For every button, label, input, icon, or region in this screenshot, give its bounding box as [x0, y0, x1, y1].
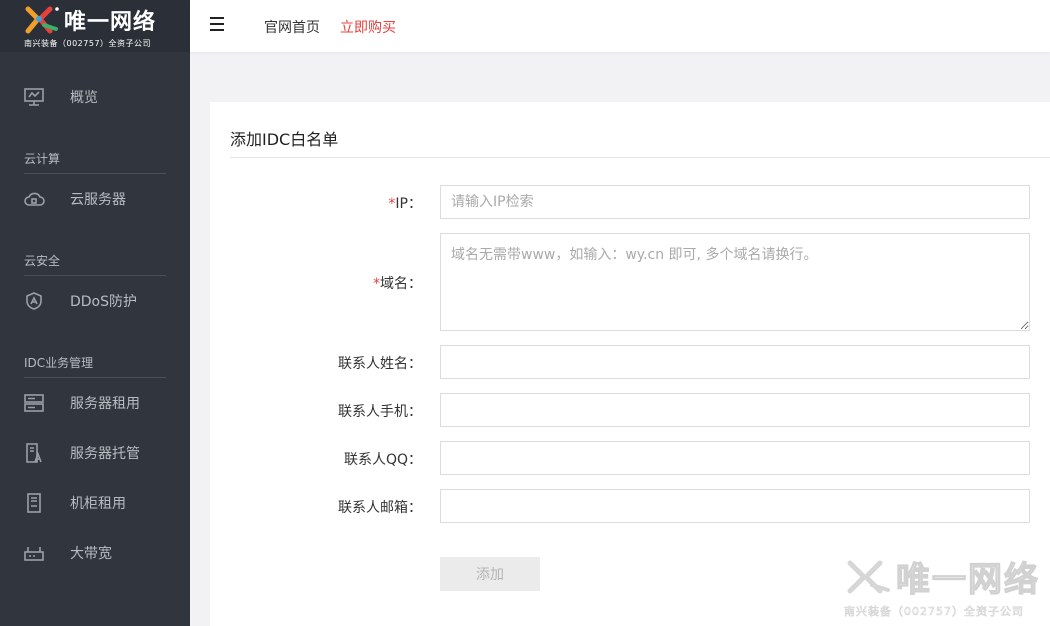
cloud-server-icon: [22, 187, 46, 211]
router-icon: [22, 541, 46, 565]
ip-label: *IP：: [388, 193, 422, 213]
ip-label-text: IP：: [395, 196, 422, 212]
nav-link-official-home[interactable]: 官网首页: [264, 17, 320, 37]
logo-mark-icon: [24, 5, 60, 35]
monitor-icon: [22, 85, 46, 109]
sidebar: 唯一网络 南兴装备（002757）全资子公司 概览 云计算 云服务器 云安全 D…: [0, 0, 190, 626]
sidebar-item-server-rental[interactable]: 服务器租用: [0, 388, 190, 418]
title-divider: [230, 157, 1050, 158]
contact-email-label: 联系人邮箱：: [338, 500, 422, 516]
contact-qq-label: 联系人QQ：: [343, 452, 422, 468]
section-title-cloud: 云计算: [24, 150, 166, 174]
sidebar-item-overview[interactable]: 概览: [0, 82, 190, 112]
brand-watermark: 唯一网络 南兴装备（002757）全资子公司: [844, 552, 1044, 622]
contact-name-label: 联系人姓名：: [338, 356, 422, 372]
server-icon: [22, 391, 46, 415]
sidebar-item-bandwidth[interactable]: 大带宽: [0, 538, 190, 568]
server-hosting-icon: [22, 441, 46, 465]
page-title: 添加IDC白名单: [230, 130, 339, 149]
sidebar-item-label: 概览: [70, 90, 98, 106]
contact-email-input[interactable]: [440, 489, 1030, 523]
sidebar-item-label: 机柜租用: [70, 496, 126, 512]
required-mark: *: [373, 276, 380, 292]
ip-input[interactable]: [440, 185, 1030, 219]
sidebar-item-label: 大带宽: [70, 546, 112, 562]
contact-phone-input[interactable]: [440, 393, 1030, 427]
nav-link-buy-now[interactable]: 立即购买: [340, 17, 396, 37]
section-title-idc: IDC业务管理: [24, 354, 166, 378]
sidebar-item-label: 服务器租用: [70, 396, 140, 412]
domain-label-text: 域名：: [380, 276, 422, 292]
contact-name-input[interactable]: [440, 345, 1030, 379]
top-header: 官网首页 立即购买: [190, 0, 1050, 52]
brand-name: 唯一网络: [64, 10, 157, 35]
whitelist-form-panel: 添加IDC白名单 *IP： *域名： 联系人姓名： 联系人手机： 联系人QQ： …: [210, 102, 1050, 626]
watermark-brand-name: 唯一网络: [895, 559, 1040, 600]
shield-icon: [22, 289, 46, 313]
sidebar-item-server-hosting[interactable]: 服务器托管: [0, 438, 190, 468]
section-title-security: 云安全: [24, 252, 166, 276]
add-button[interactable]: 添加: [440, 557, 540, 591]
sidebar-item-cabinet-rental[interactable]: 机柜租用: [0, 488, 190, 518]
sidebar-item-label: 服务器托管: [70, 446, 140, 462]
menu-toggle-icon[interactable]: [210, 17, 224, 35]
contact-phone-label: 联系人手机：: [338, 404, 422, 420]
watermark-subtitle: 南兴装备（002757）全资子公司: [844, 605, 1024, 619]
sidebar-item-label: 云服务器: [70, 192, 126, 208]
sidebar-item-label: DDoS防护: [70, 294, 138, 310]
cabinet-icon: [22, 491, 46, 515]
domain-label: *域名：: [373, 273, 422, 293]
domain-textarea[interactable]: [440, 233, 1030, 331]
watermark-logo-icon: [847, 560, 890, 593]
brand-subtitle: 南兴装备（002757）全资子公司: [24, 39, 152, 48]
brand-logo[interactable]: 唯一网络 南兴装备（002757）全资子公司: [0, 0, 190, 52]
sidebar-item-ddos[interactable]: DDoS防护: [0, 286, 190, 316]
sidebar-item-cloud-server[interactable]: 云服务器: [0, 184, 190, 214]
contact-qq-input[interactable]: [440, 441, 1030, 475]
